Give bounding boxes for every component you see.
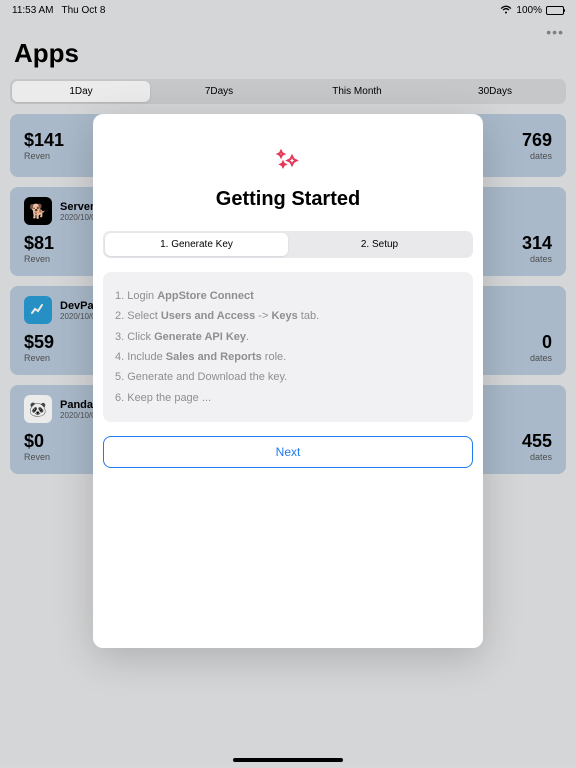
step-3: 3. Click Generate API Key. xyxy=(115,327,461,347)
step-1: 1. Login AppStore Connect xyxy=(115,286,461,306)
steps-box: 1. Login AppStore Connect 2. Select User… xyxy=(103,272,473,422)
modal-segmented[interactable]: 1. Generate Key 2. Setup xyxy=(103,231,473,258)
next-button[interactable]: Next xyxy=(103,436,473,468)
modal-heading: Getting Started xyxy=(93,188,483,211)
getting-started-modal: Getting Started 1. Generate Key 2. Setup… xyxy=(93,114,483,648)
step-5: 5. Generate and Download the key. xyxy=(115,367,461,387)
tab-generate-key[interactable]: 1. Generate Key xyxy=(105,233,288,256)
home-indicator[interactable] xyxy=(233,758,343,762)
sparkle-icon xyxy=(93,148,483,178)
step-6: 6. Keep the page ... xyxy=(115,388,461,408)
modal-scrim[interactable]: Getting Started 1. Generate Key 2. Setup… xyxy=(0,0,576,768)
step-2: 2. Select Users and Access -> Keys tab. xyxy=(115,306,461,326)
step-4: 4. Include Sales and Reports role. xyxy=(115,347,461,367)
tab-setup[interactable]: 2. Setup xyxy=(288,233,471,256)
